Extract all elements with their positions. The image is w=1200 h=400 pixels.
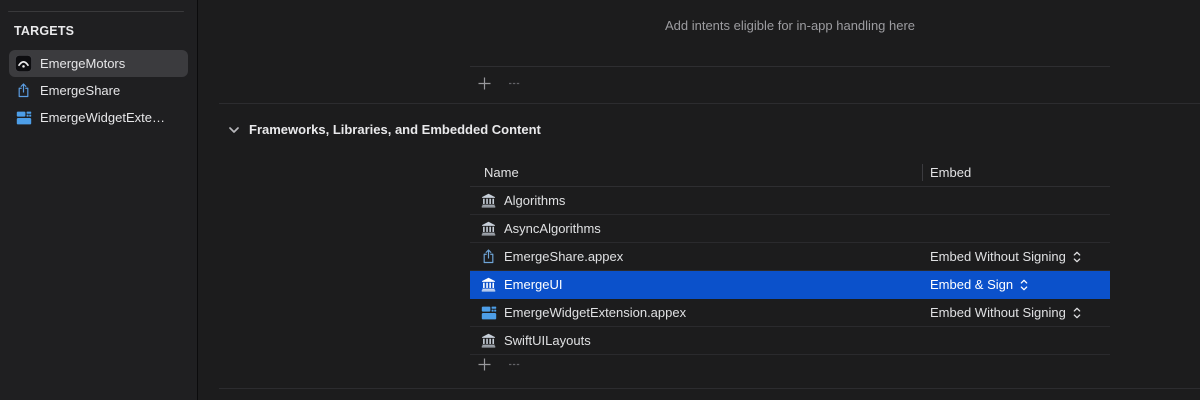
widget-icon <box>15 109 32 126</box>
table-row-emergeui[interactable]: EmergeUI Embed & Sign <box>470 271 1110 299</box>
sidebar-item-label: EmergeWidgetExte… <box>40 110 165 125</box>
column-header-embed: Embed <box>930 165 971 180</box>
chevron-updown-icon <box>1073 307 1081 319</box>
share-icon <box>480 249 497 264</box>
app-icon <box>15 55 32 72</box>
sidebar-separator <box>8 11 184 12</box>
framework-name: SwiftUILayouts <box>504 333 591 348</box>
targets-header: TARGETS <box>14 24 74 38</box>
add-framework-button[interactable] <box>477 357 491 371</box>
column-header-name: Name <box>470 165 519 180</box>
remove-intent-button[interactable] <box>507 76 521 90</box>
panel-bottom-divider <box>219 388 1200 389</box>
library-icon <box>480 193 497 208</box>
table-body: Algorithms AsyncAlgorithms EmergeShare.a… <box>470 187 1110 355</box>
intents-table-divider <box>470 66 1110 67</box>
frameworks-table: Name Embed Algorithms AsyncAlgorithms Em… <box>470 159 1110 355</box>
library-icon <box>480 333 497 348</box>
sidebar-item-label: EmergeShare <box>40 83 120 98</box>
chevron-updown-icon <box>1073 251 1081 263</box>
embed-value: Embed Without Signing <box>930 305 1066 320</box>
library-icon <box>480 277 497 292</box>
framework-name: EmergeShare.appex <box>504 249 623 264</box>
embed-dropdown[interactable]: Embed Without Signing <box>930 249 1081 264</box>
xcode-target-editor: TARGETS EmergeMotors EmergeShare EmergeW… <box>0 0 1200 400</box>
table-row-swiftuilayouts[interactable]: SwiftUILayouts <box>470 327 1110 355</box>
targets-list: EmergeMotors EmergeShare EmergeWidgetExt… <box>0 50 197 131</box>
table-row-emergeshare-appex[interactable]: EmergeShare.appex Embed Without Signing <box>470 243 1110 271</box>
frameworks-section-header: Frameworks, Libraries, and Embedded Cont… <box>229 122 541 137</box>
sidebar-item-emergemotors[interactable]: EmergeMotors <box>9 50 188 77</box>
table-row-asyncalgorithms[interactable]: AsyncAlgorithms <box>470 215 1110 243</box>
embed-dropdown[interactable]: Embed & Sign <box>930 277 1028 292</box>
intents-actions <box>477 76 521 90</box>
chevron-updown-icon <box>1020 279 1028 291</box>
framework-name: EmergeUI <box>504 277 563 292</box>
remove-framework-button[interactable] <box>507 357 521 371</box>
library-icon <box>480 221 497 236</box>
table-header-row: Name Embed <box>470 159 1110 187</box>
share-icon <box>15 82 32 99</box>
section-divider <box>219 103 1200 104</box>
sidebar-item-label: EmergeMotors <box>40 56 125 71</box>
disclosure-chevron-down-icon[interactable] <box>229 127 239 133</box>
embed-value: Embed Without Signing <box>930 249 1066 264</box>
sidebar-item-emergeshare[interactable]: EmergeShare <box>9 77 188 104</box>
table-row-algorithms[interactable]: Algorithms <box>470 187 1110 215</box>
embed-value: Embed & Sign <box>930 277 1013 292</box>
add-intent-button[interactable] <box>477 76 491 90</box>
frameworks-section-title: Frameworks, Libraries, and Embedded Cont… <box>249 122 541 137</box>
frameworks-actions <box>477 357 521 371</box>
framework-name: Algorithms <box>504 193 565 208</box>
table-row-emergewidgetextension-appex[interactable]: EmergeWidgetExtension.appex Embed Withou… <box>470 299 1110 327</box>
column-divider <box>922 164 923 181</box>
widget-icon <box>480 305 497 321</box>
framework-name: EmergeWidgetExtension.appex <box>504 305 686 320</box>
embed-dropdown[interactable]: Embed Without Signing <box>930 305 1081 320</box>
framework-name: AsyncAlgorithms <box>504 221 601 236</box>
sidebar-item-emergewidgetexte[interactable]: EmergeWidgetExte… <box>9 104 188 131</box>
intents-placeholder-text: Add intents eligible for in-app handling… <box>470 18 1110 33</box>
targets-sidebar: TARGETS EmergeMotors EmergeShare EmergeW… <box>0 0 198 400</box>
